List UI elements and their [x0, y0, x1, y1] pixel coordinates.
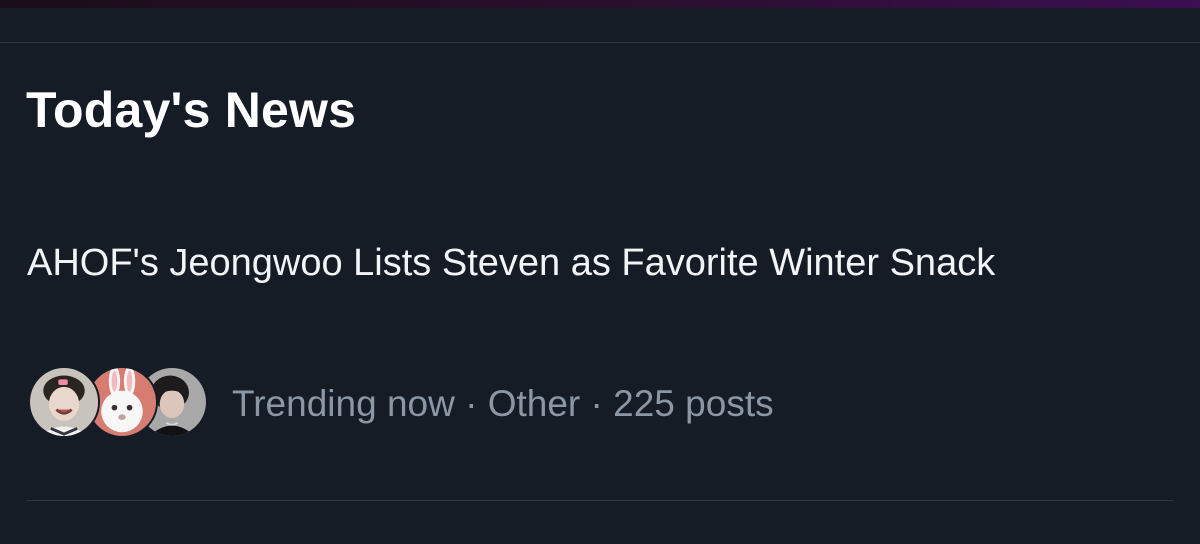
- news-meta-row: Trending now · Other · 225 posts: [28, 366, 774, 442]
- news-category: Other: [487, 383, 581, 424]
- avatar: [28, 366, 100, 438]
- news-screen: Today's News AHOF's Jeongwoo Lists Steve…: [0, 0, 1200, 544]
- person-smiling-icon: [30, 368, 98, 436]
- trending-status: Trending now: [232, 383, 455, 424]
- section-title: Today's News: [26, 82, 357, 138]
- meta-separator: ·: [454, 383, 488, 424]
- bottom-divider: [26, 500, 1174, 501]
- top-divider: [0, 42, 1200, 43]
- meta-separator: ·: [580, 383, 614, 424]
- post-count: 225 posts: [613, 383, 774, 424]
- news-headline[interactable]: AHOF's Jeongwoo Lists Steven as Favorite…: [27, 240, 1007, 286]
- top-gradient-strip: [0, 0, 1200, 8]
- avatar-stack: [28, 366, 208, 442]
- news-item[interactable]: AHOF's Jeongwoo Lists Steven as Favorite…: [0, 230, 1200, 460]
- news-meta-text: Trending now · Other · 225 posts: [232, 383, 774, 425]
